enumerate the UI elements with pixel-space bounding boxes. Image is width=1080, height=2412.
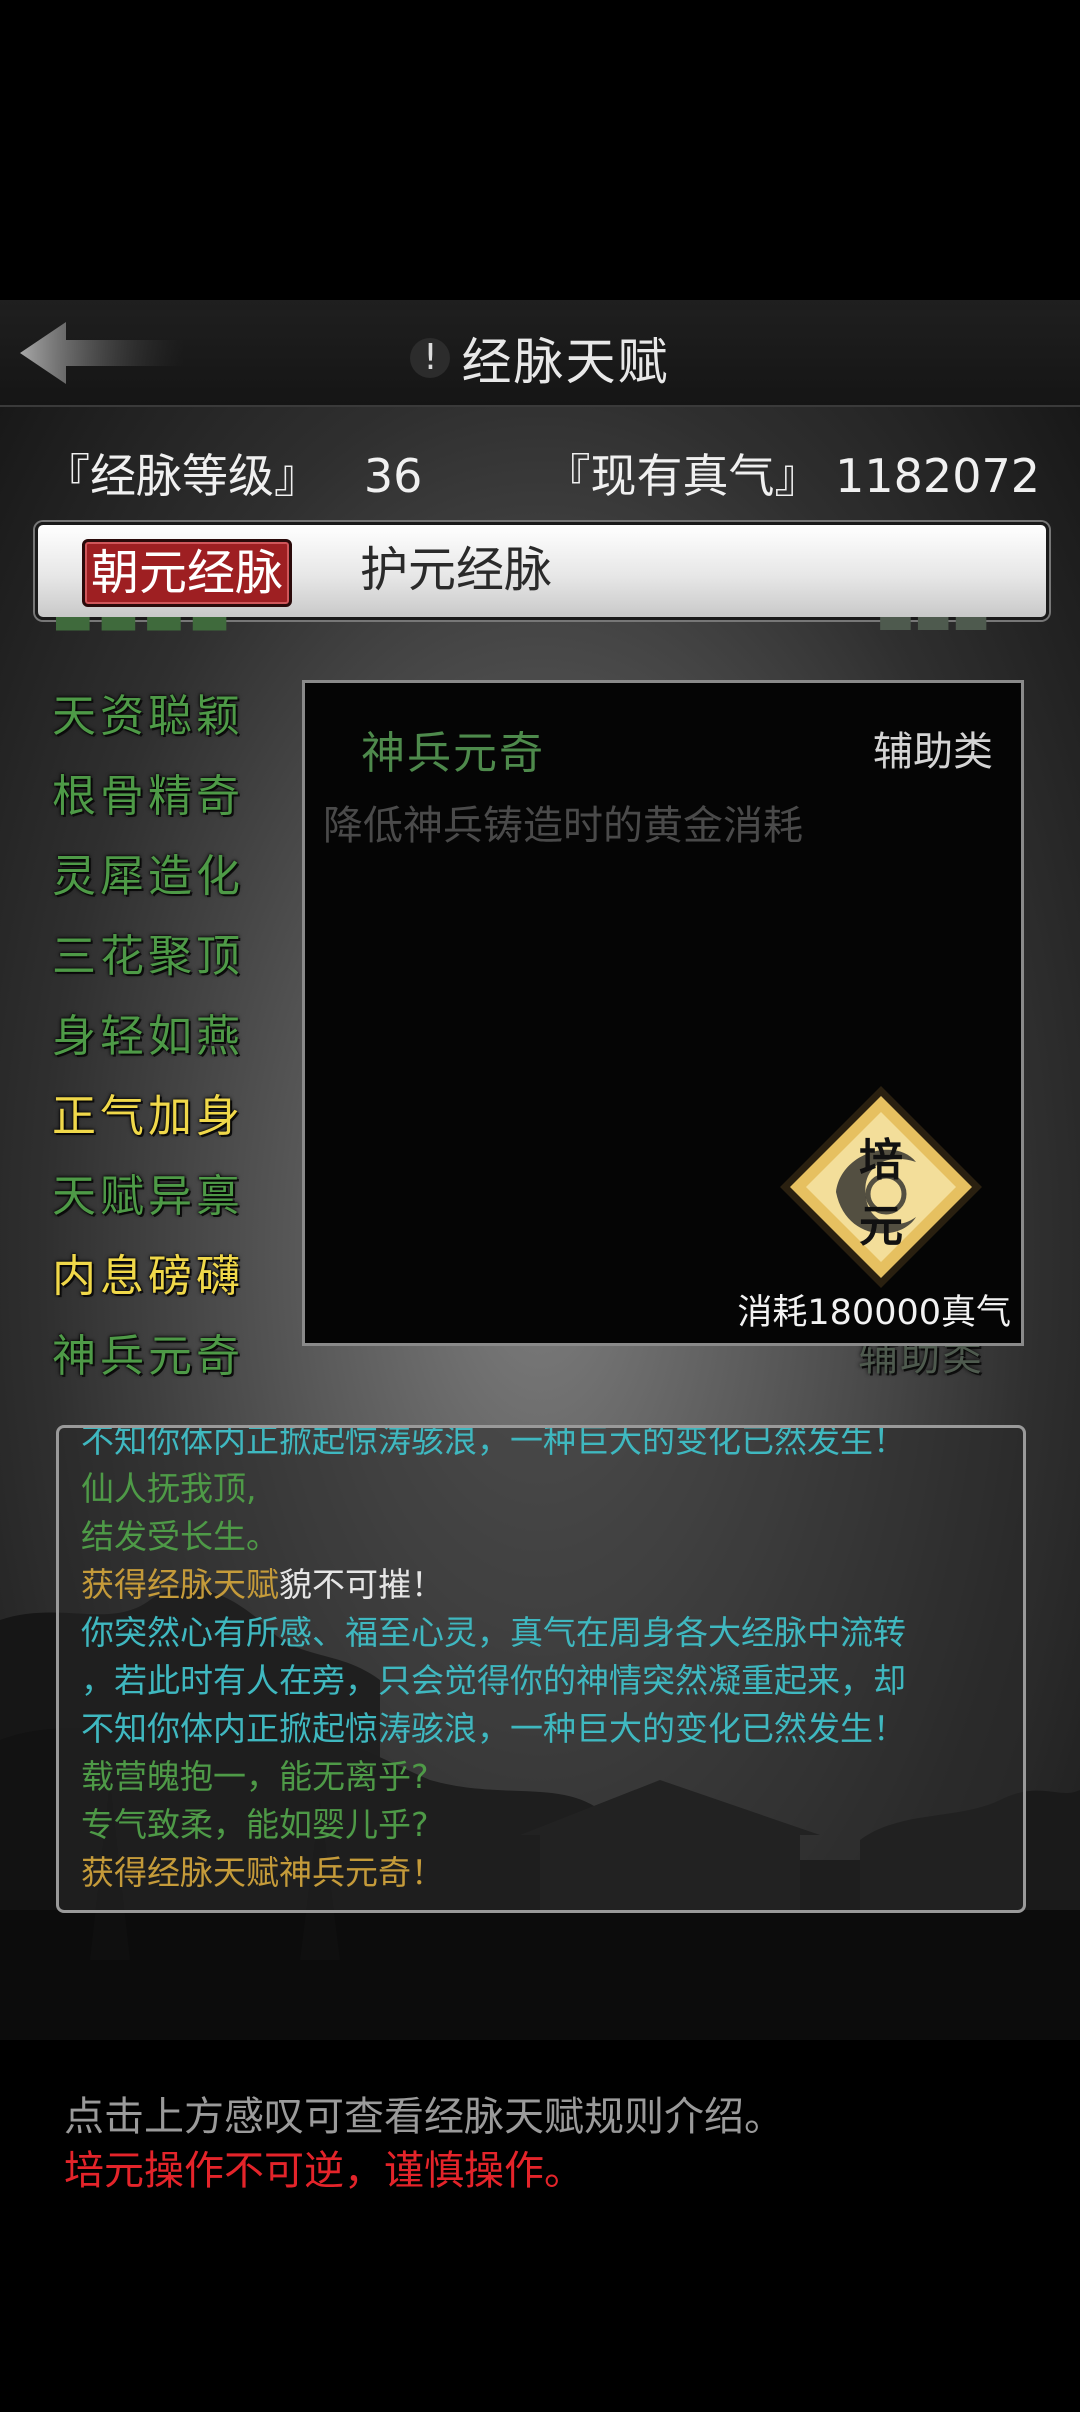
page-title: ! 经脉天赋 <box>0 322 1080 394</box>
clipped-row: ■■■■ ■■■ <box>52 617 1042 655</box>
talent-item[interactable]: 正气加身 <box>52 1080 244 1144</box>
event-log[interactable]: 不知你体内正掀起惊涛骇浪，一种巨大的变化已然发生！ 仙人抚我顶, 结发受长生。 … <box>56 1425 1026 1913</box>
level-value: 36 <box>363 449 423 503</box>
peiyuan-char-2: 元 <box>859 1201 903 1252</box>
tab-chaoyuan[interactable]: 朝元经脉 <box>82 539 293 607</box>
detail-talent-name: 神兵元奇 <box>361 728 545 779</box>
rules-hint: 点击上方感叹可查看经脉天赋规则介绍。 <box>64 2094 784 2140</box>
peiyuan-char-1: 培 <box>859 1135 903 1186</box>
log-line: 载营魄抱一，能无离乎? <box>81 1757 429 1796</box>
talent-item[interactable]: 内息磅礴 <box>52 1240 244 1304</box>
talent-item[interactable]: 身轻如燕 <box>52 1000 244 1064</box>
log-line: 获得经脉天赋神兵元奇！ <box>81 1853 444 1892</box>
current-qi: 『现有真气』 1182072 <box>545 440 1041 506</box>
peiyuan-button[interactable]: 培 元 <box>776 1082 986 1292</box>
log-line: 专气致柔，能如婴儿乎? <box>81 1805 429 1844</box>
meridian-tab-bar: 朝元经脉 护元经脉 <box>35 522 1049 620</box>
title-text: 经脉天赋 <box>461 333 670 391</box>
talent-item[interactable]: 天资聪颖 <box>52 680 244 744</box>
talent-item[interactable]: 根骨精奇 <box>52 760 244 824</box>
qi-label: 『现有真气』 <box>544 449 821 503</box>
talent-item[interactable]: 神兵元奇 <box>52 1320 244 1384</box>
log-line: 获得经脉天赋貌不可摧！ <box>81 1565 444 1604</box>
log-line: 结发受长生。 <box>81 1517 279 1556</box>
tab-huyuan[interactable]: 护元经脉 <box>354 539 558 601</box>
detail-talent-description: 降低神兵铸造时的黄金消耗 <box>323 803 803 849</box>
log-line: ，若此时有人在旁，只会觉得你的神情突然凝重起来，却 <box>81 1661 906 1700</box>
log-line: 仙人抚我顶, <box>81 1469 257 1508</box>
qi-value: 1182072 <box>835 449 1040 503</box>
log-line: 不知你体内正掀起惊涛骇浪，一种巨大的变化已然发生！ <box>81 1709 906 1748</box>
rules-info-icon[interactable]: ! <box>410 338 451 378</box>
meridian-level: 『经脉等级』 36 <box>44 440 422 506</box>
clipped-talent: ■■■■ <box>52 617 234 636</box>
talent-item[interactable]: 灵犀造化 <box>52 840 244 904</box>
talent-item[interactable]: 天赋异禀 <box>52 1160 244 1224</box>
talent-item[interactable]: 三花聚顶 <box>52 920 244 984</box>
irreversible-warning: 培元操作不可逆，谨慎操作。 <box>64 2148 584 2194</box>
log-line: 你突然心有所感、福至心灵，真气在周身各大经脉中流转 <box>81 1613 906 1652</box>
log-line-partial: 不知你体内正掀起惊涛骇浪，一种巨大的变化已然发生！ <box>81 1425 906 1460</box>
clipped-category: ■■■ <box>877 617 990 635</box>
detail-talent-category: 辅助类 <box>873 729 993 775</box>
level-label: 『经脉等级』 <box>44 449 320 503</box>
